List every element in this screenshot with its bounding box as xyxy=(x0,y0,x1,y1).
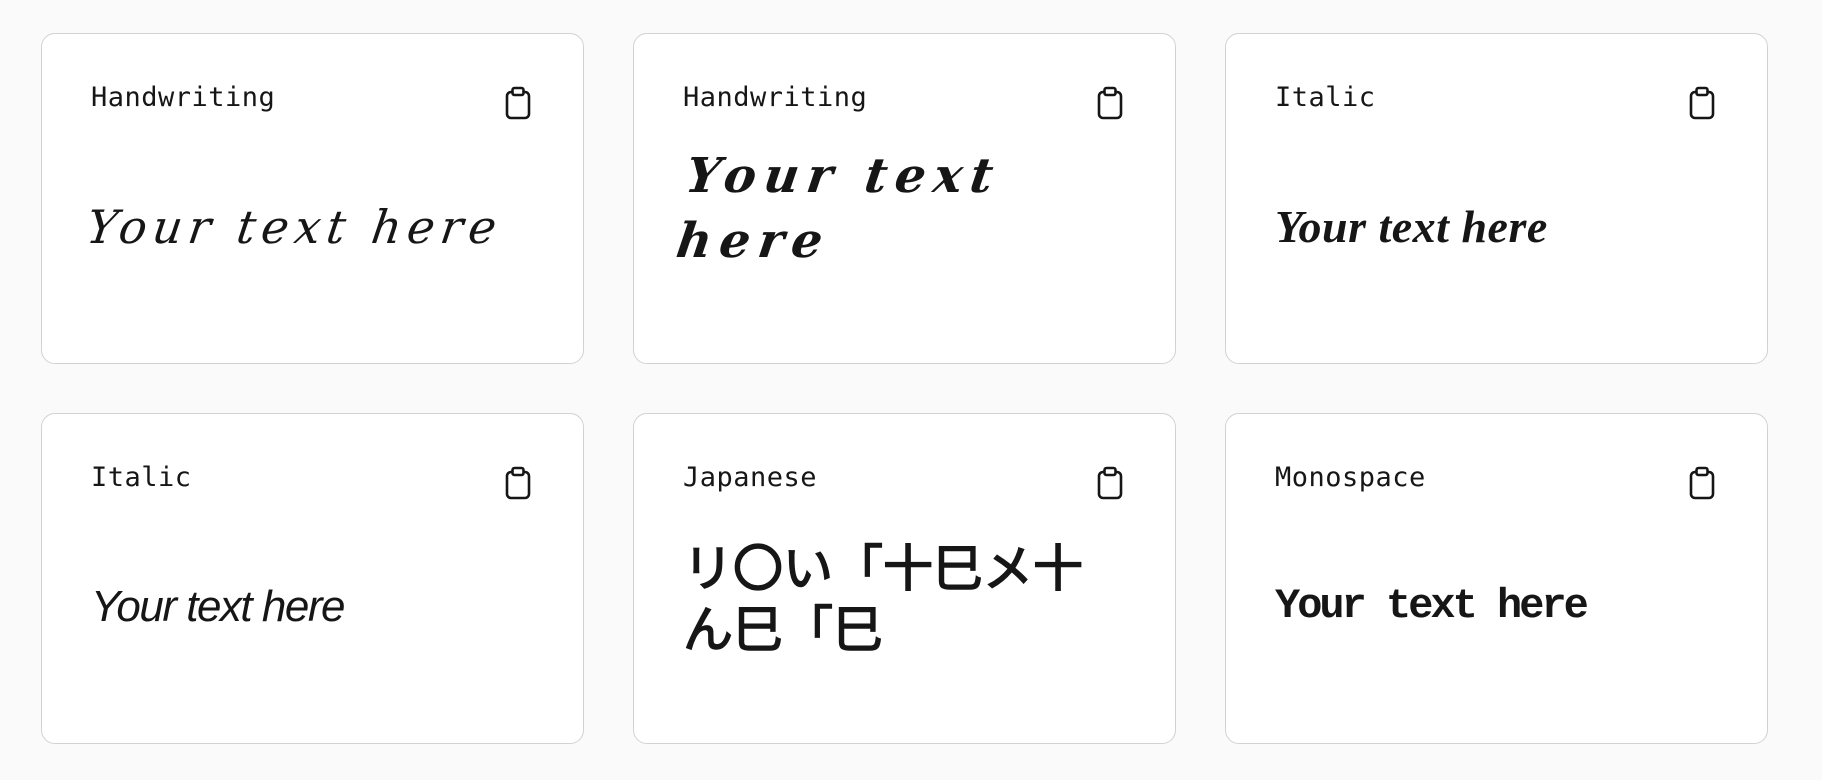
font-preview-text: Your text here xyxy=(91,582,345,631)
font-card-italic-1[interactable]: Italic Your text here xyxy=(1225,33,1768,364)
font-card-handwriting-1[interactable]: Handwriting Your text here xyxy=(41,33,584,364)
font-preview-text: リ〇い「十巳メ十ん巳「巳 xyxy=(683,539,1083,659)
font-card-italic-2[interactable]: Italic Your text here xyxy=(41,413,584,744)
font-preview-text: Your text here xyxy=(83,199,506,254)
font-style-grid: Handwriting Your text here Handwriting Y… xyxy=(41,33,1768,744)
font-preview-text: Your text here xyxy=(1275,582,1589,631)
font-card-handwriting-2[interactable]: Handwriting Your text here xyxy=(633,33,1176,364)
font-preview-text: Your text here xyxy=(1275,200,1548,252)
font-preview-text: Your text here xyxy=(673,147,1005,269)
font-card-monospace[interactable]: Monospace Your text here xyxy=(1225,413,1768,744)
font-card-japanese[interactable]: Japanese リ〇い「十巳メ十ん巳「巳 xyxy=(633,413,1176,744)
